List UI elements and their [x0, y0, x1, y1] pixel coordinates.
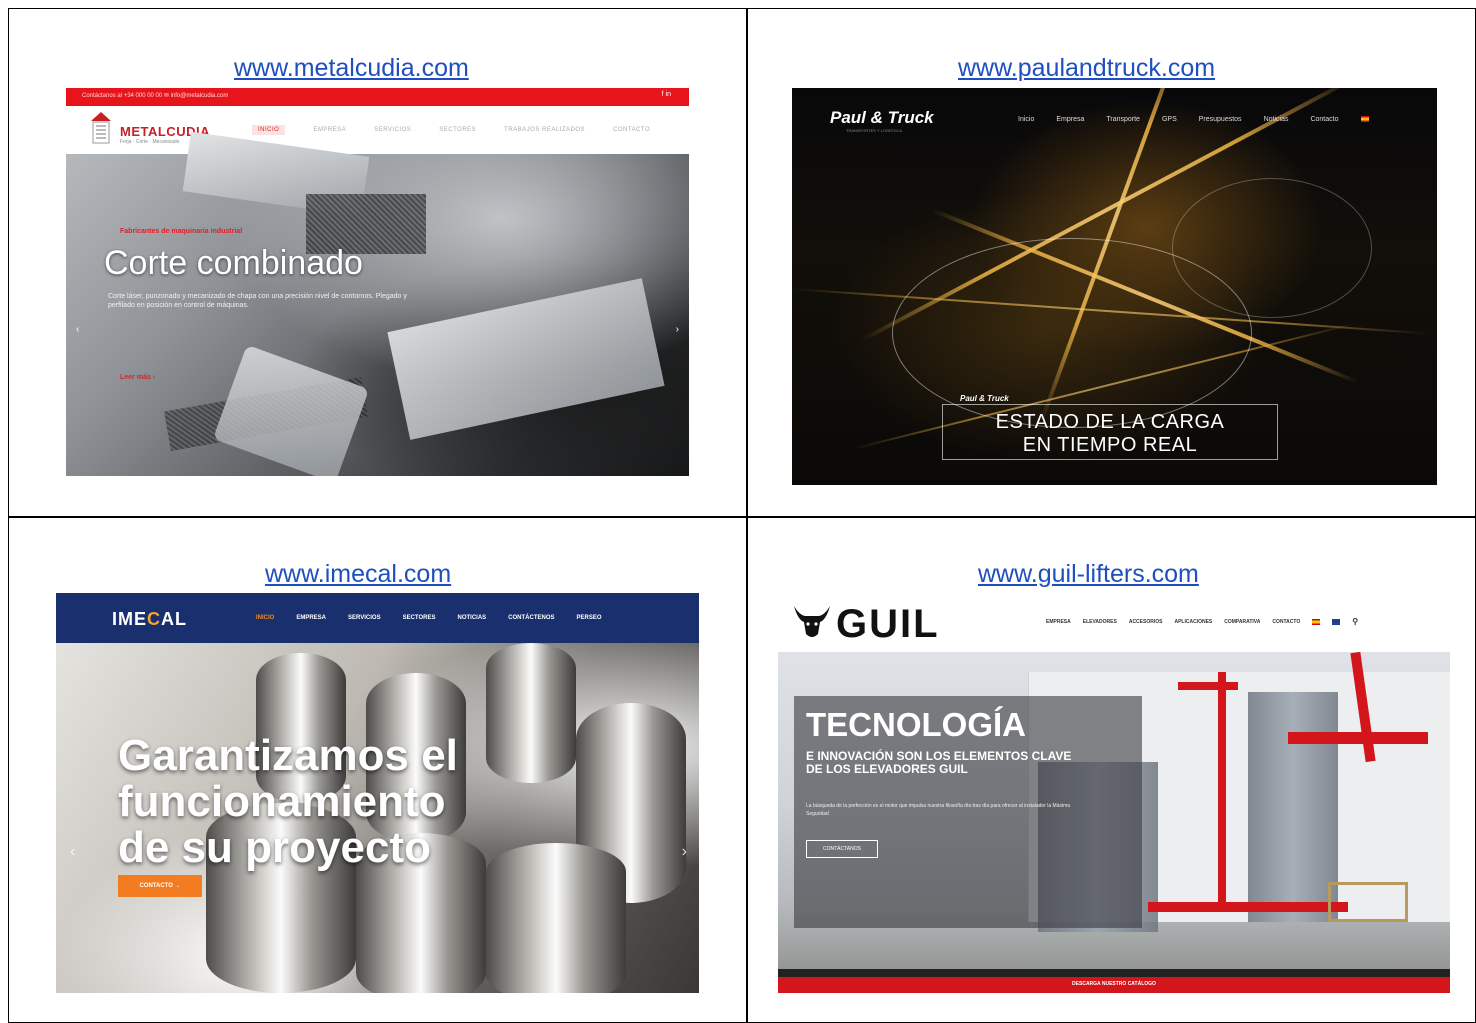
metalcudia-navbar: METALCUDIA Forja · Corte · Mecanizado IN…	[66, 106, 689, 154]
metalcudia-description: Corte láser, punzonado y mecanizado de c…	[108, 293, 407, 309]
cargo-status-banner: ESTADO DE LA CARGA EN TIEMPO REAL	[942, 404, 1278, 460]
guil-lifters-screenshot: GUIL EMPRESA ELEVADORES ACCESORIOS APLIC…	[778, 594, 1450, 993]
menu-item-sectores[interactable]: SECTORES	[439, 127, 476, 135]
metalcudia-logo-icon	[91, 112, 111, 144]
imecal-link[interactable]: www.imecal.com	[265, 560, 451, 589]
bull-head-icon	[794, 606, 830, 637]
chevron-right-icon[interactable]: ›	[676, 324, 679, 335]
menu-item-servicios[interactable]: SERVICIOS	[348, 615, 381, 621]
metalcudia-link[interactable]: www.metalcudia.com	[234, 54, 469, 83]
imecal-logo[interactable]: IMECAL	[112, 609, 187, 630]
menu-item-elevadores[interactable]: ELEVADORES	[1083, 619, 1117, 625]
guil-logo[interactable]: GUIL	[836, 602, 940, 647]
imecal-headline-line-1: Garantizamos el	[118, 731, 458, 780]
imecal-headline-line-3: de su proyecto	[118, 823, 431, 872]
metal-cylinder	[486, 843, 626, 993]
metalcudia-read-more[interactable]: Leer más ›	[120, 374, 155, 381]
guil-catalog-bar[interactable]: DESCARGA NUESTRO CATÁLOGO	[778, 969, 1450, 993]
menu-item-sectores[interactable]: SECTORES	[403, 615, 436, 621]
menu-item-empresa[interactable]: EMPRESA	[313, 127, 346, 135]
metalcudia-contact-text: Contáctanos al +34 000 00 00 ✉ info@meta…	[82, 93, 229, 99]
english-flag-icon[interactable]	[1332, 618, 1341, 625]
menu-item-inicio[interactable]: Inicio	[1018, 116, 1034, 123]
menu-item-perseo[interactable]: PERSEO	[577, 615, 602, 621]
guil-subtitle-line-2: DE LOS ELEVADORES GUIL	[806, 762, 968, 776]
paulandtruck-menu: Inicio Empresa Transporte GPS Presupuest…	[1018, 116, 1369, 123]
cargo-status-line-1: ESTADO DE LA CARGA	[995, 411, 1225, 433]
metalcudia-headline: Corte combinado	[104, 244, 363, 282]
metalcudia-hero: Fabricantes de maquinaria industrial Cor…	[66, 131, 689, 476]
paulandtruck-link[interactable]: www.paulandtruck.com	[958, 54, 1215, 83]
paulandtruck-logo-sub: TRANSPORTES Y LOGÍSTICA	[846, 128, 903, 133]
cut-part	[212, 344, 370, 476]
imecal-headline: Garantizamos el funcionamiento de su pro…	[118, 733, 458, 871]
menu-item-accesorios[interactable]: ACCESORIOS	[1129, 619, 1163, 625]
menu-item-presupuestos[interactable]: Presupuestos	[1199, 116, 1242, 123]
menu-item-trabajos[interactable]: TRABAJOS REALIZADOS	[504, 127, 585, 135]
imecal-logo-part-3: AL	[161, 609, 188, 629]
metalcudia-screenshot: Contáctanos al +34 000 00 00 ✉ info@meta…	[66, 88, 689, 476]
guil-menu: EMPRESA ELEVADORES ACCESORIOS APLICACION…	[1046, 617, 1358, 626]
paulandtruck-logo[interactable]: Paul & Truck	[830, 108, 934, 128]
search-icon[interactable]: ⚲	[1352, 617, 1358, 626]
imecal-menu: INICIO EMPRESA SERVICIOS SECTORES NOTICI…	[256, 615, 602, 621]
metal-cylinder	[486, 643, 576, 783]
metalcudia-topbar: Contáctanos al +34 000 00 00 ✉ info@meta…	[66, 88, 689, 106]
lifter-base	[1148, 902, 1348, 912]
guil-lifters-link[interactable]: www.guil-lifters.com	[978, 560, 1199, 589]
metalcudia-kicker: Fabricantes de maquinaria industrial	[120, 228, 243, 235]
guil-hero: TECNOLOGÍA E INNOVACIÓN SON LOS ELEMENTO…	[778, 651, 1450, 993]
menu-item-contacto[interactable]: Contacto	[1310, 116, 1338, 123]
chevron-left-icon[interactable]: ‹	[76, 324, 79, 335]
lifter-mast	[1218, 672, 1226, 912]
highway-loop	[1172, 178, 1372, 318]
guil-title: TECNOLOGÍA	[806, 706, 1026, 743]
imecal-screenshot: IMECAL INICIO EMPRESA SERVICIOS SECTORES…	[56, 593, 699, 993]
imecal-headline-line-2: funcionamiento	[118, 777, 446, 826]
menu-item-noticias[interactable]: Noticias	[1264, 116, 1289, 123]
spanish-flag-icon[interactable]	[1360, 116, 1369, 122]
guil-subtitle: E INNOVACIÓN SON LOS ELEMENTOS CLAVE DE …	[806, 750, 1136, 776]
imecal-logo-part-2: C	[147, 609, 162, 629]
menu-item-empresa[interactable]: EMPRESA	[296, 615, 326, 621]
imecal-hero: Garantizamos el funcionamiento de su pro…	[56, 643, 699, 993]
chevron-left-icon[interactable]: ‹	[70, 843, 75, 861]
lifter-frame	[1288, 732, 1428, 744]
lifter-arm	[1178, 682, 1238, 690]
guil-footer-strip	[778, 969, 1450, 977]
menu-item-comparativa[interactable]: COMPARATIVA	[1224, 619, 1260, 625]
spanish-flag-icon[interactable]	[1312, 618, 1321, 625]
menu-item-noticias[interactable]: NOTICIAS	[458, 615, 487, 621]
imecal-navbar: IMECAL INICIO EMPRESA SERVICIOS SECTORES…	[56, 593, 699, 643]
guil-contact-button[interactable]: CONTÁCTANOS	[806, 840, 878, 858]
imecal-contact-button[interactable]: CONTACTO →	[118, 875, 202, 897]
menu-item-gps[interactable]: GPS	[1162, 116, 1177, 123]
cart-frame	[1328, 882, 1408, 922]
metalcudia-menu: INICIO EMPRESA SERVICIOS SECTORES TRABAJ…	[252, 125, 650, 135]
imecal-logo-part-1: IME	[112, 609, 148, 629]
menu-item-inicio[interactable]: INICIO	[256, 615, 274, 621]
social-icons: f in	[661, 91, 671, 98]
metal-sheet	[387, 278, 665, 440]
table-divider-horizontal	[9, 516, 1475, 518]
menu-item-contacto[interactable]: CONTACTO	[1272, 619, 1300, 625]
cargo-status-line-2: EN TIEMPO REAL	[1022, 434, 1198, 456]
menu-item-aplicaciones[interactable]: APLICACIONES	[1174, 619, 1212, 625]
building-glass	[1248, 692, 1338, 922]
menu-item-inicio[interactable]: INICIO	[252, 125, 286, 135]
menu-item-transporte[interactable]: Transporte	[1106, 116, 1140, 123]
guil-body-text: La búsqueda de la perfección es el motor…	[806, 803, 1071, 817]
chevron-right-icon[interactable]: ›	[682, 843, 687, 861]
menu-item-empresa[interactable]: EMPRESA	[1046, 619, 1071, 625]
menu-item-empresa[interactable]: Empresa	[1056, 116, 1084, 123]
menu-item-servicios[interactable]: SERVICIOS	[374, 127, 411, 135]
menu-item-contacto[interactable]: CONTACTO	[613, 127, 650, 135]
metalcudia-logo-sub: Forja · Corte · Mecanizado	[120, 139, 180, 145]
paulandtruck-badge-logo: Paul & Truck	[960, 394, 1009, 403]
guil-catalog-label: DESCARGA NUESTRO CATÁLOGO	[1072, 981, 1156, 987]
paulandtruck-screenshot: Paul & Truck TRANSPORTES Y LOGÍSTICA Ini…	[792, 88, 1437, 485]
menu-item-contactenos[interactable]: CONTÁCTENOS	[508, 615, 554, 621]
